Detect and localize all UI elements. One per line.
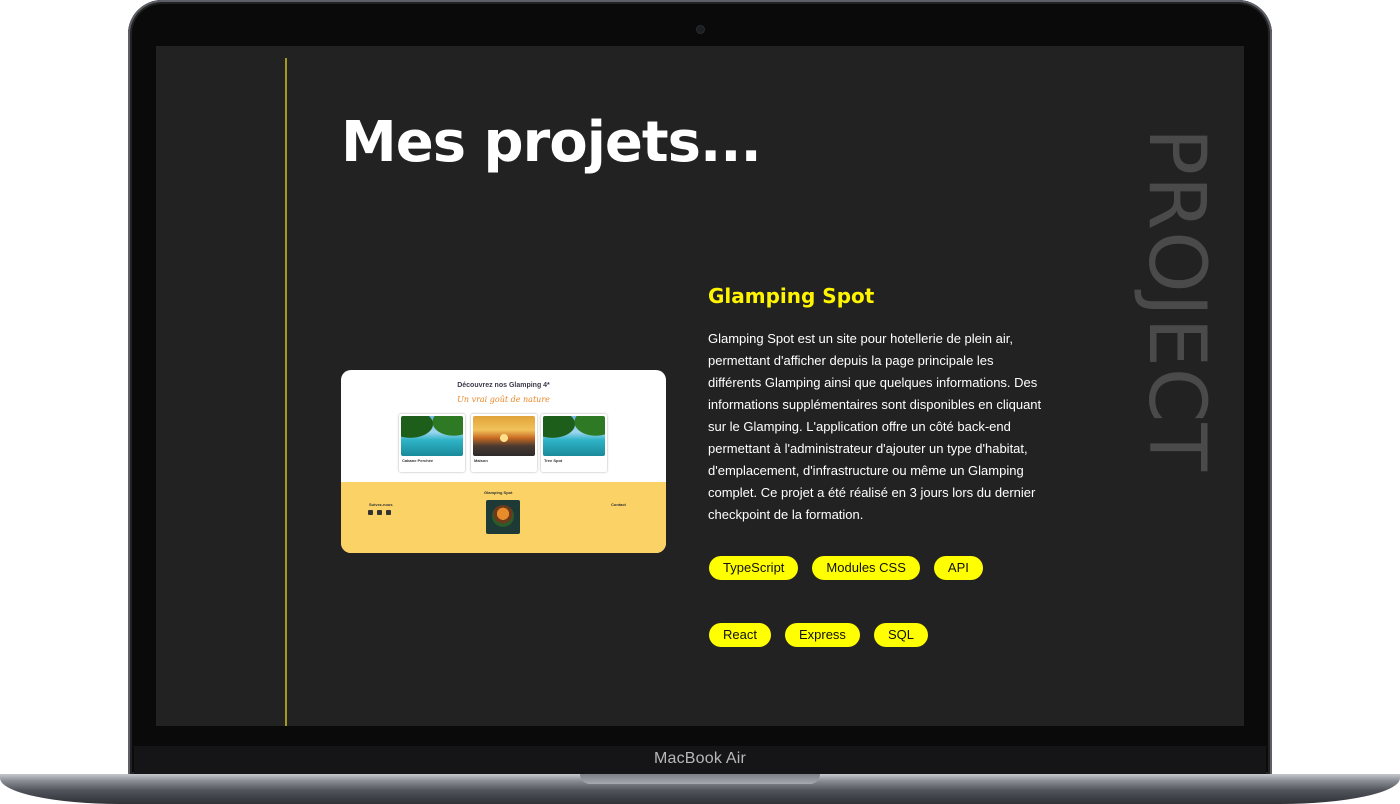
vertical-accent-line bbox=[285, 58, 287, 726]
laptop-screen: Mes projets... PROJECT Découvrez nos Gla… bbox=[156, 46, 1244, 726]
thumbnail-card: Tree Spot bbox=[541, 414, 607, 472]
footer-left-title: Suivez-nous bbox=[369, 502, 393, 507]
project-description: Glamping Spot est un site pour hotelleri… bbox=[708, 331, 1042, 522]
thumbnail-card: Maison bbox=[471, 414, 537, 472]
thumbnail-footer: Suivez-nous Glamping Spot Contact bbox=[341, 482, 666, 553]
tag-typescript[interactable]: TypeScript bbox=[709, 556, 799, 580]
card-title: Cabane Perchée bbox=[402, 458, 434, 463]
card-image bbox=[401, 416, 463, 456]
laptop-hinge-notch bbox=[580, 774, 820, 784]
project-thumbnail[interactable]: Découvrez nos Glamping 4* Un vrai goût d… bbox=[341, 370, 666, 553]
thumbnail-heading: Découvrez nos Glamping 4* bbox=[457, 382, 550, 389]
card-title: Tree Spot bbox=[544, 458, 563, 463]
side-watermark-text: PROJECT bbox=[1131, 128, 1221, 473]
thumbnail-script-text: Un vrai goût de nature bbox=[457, 395, 550, 404]
device-model-label: MacBook Air bbox=[653, 750, 746, 767]
tech-tags-row-2: React Express SQL bbox=[709, 623, 1109, 647]
project-title: Glamping Spot bbox=[708, 284, 875, 308]
camera-icon bbox=[697, 26, 704, 33]
social-icon bbox=[386, 510, 391, 515]
social-icon bbox=[377, 510, 382, 515]
footer-center-title: Glamping Spot bbox=[484, 490, 513, 495]
tag-express[interactable]: Express bbox=[784, 623, 860, 647]
tech-tags-row-1: TypeScript Modules CSS API bbox=[709, 556, 1109, 580]
card-image bbox=[543, 416, 605, 456]
logo-emblem bbox=[492, 505, 514, 527]
glamping-logo bbox=[486, 500, 520, 534]
footer-right-title: Contact bbox=[611, 502, 626, 507]
tag-api[interactable]: API bbox=[933, 556, 983, 580]
card-title: Maison bbox=[474, 458, 488, 463]
tag-react[interactable]: React bbox=[709, 623, 771, 647]
page-title: Mes projets... bbox=[341, 110, 762, 175]
thumbnail-card: Cabane Perchée bbox=[399, 414, 465, 472]
tag-sql[interactable]: SQL bbox=[873, 623, 928, 647]
card-image bbox=[473, 416, 535, 456]
social-icon bbox=[368, 510, 373, 515]
tag-modules-css[interactable]: Modules CSS bbox=[812, 556, 920, 580]
